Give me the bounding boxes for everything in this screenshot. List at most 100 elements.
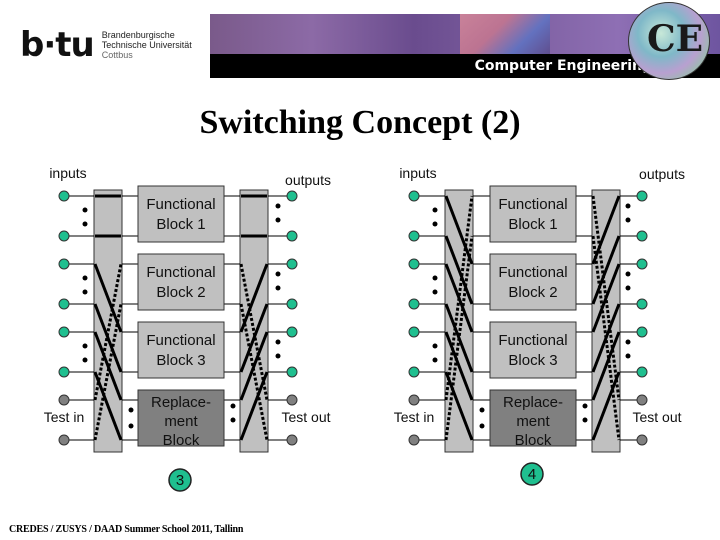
inputs-label: inputs — [49, 165, 86, 181]
block-label-line-2: Block 3 — [156, 352, 205, 369]
block-box — [137, 253, 225, 311]
ellipsis-dot — [625, 339, 631, 345]
ellipsis-dot — [432, 357, 438, 363]
functional-block-2: Functional Block 2 — [489, 253, 577, 311]
ellipsis-dot — [82, 343, 88, 349]
output-port — [636, 366, 648, 378]
replacement-block: Replace-ment Block — [489, 389, 577, 449]
ellipsis-dot — [82, 357, 88, 363]
block-label-line-2: ment — [164, 413, 198, 430]
block-label-line-1: Replace- — [151, 394, 211, 411]
ellipsis-dot — [82, 275, 88, 281]
input-port — [58, 258, 70, 270]
ellipsis-dot — [230, 403, 236, 409]
output-port — [636, 298, 648, 310]
outputs-label: outputs — [285, 172, 331, 188]
ellipsis-dot — [275, 353, 281, 359]
test-out-label: Test out — [281, 409, 330, 425]
output-port — [636, 258, 648, 270]
test-in-label: Test in — [394, 409, 434, 425]
ellipsis-dot — [582, 417, 588, 423]
block-label-line-3: Block — [515, 432, 552, 449]
ellipsis-dot — [275, 339, 281, 345]
functional-block-1: Functional Block 1 — [137, 185, 225, 243]
ellipsis-dot — [275, 203, 281, 209]
input-port — [58, 190, 70, 202]
test-out-label: Test out — [632, 409, 681, 425]
ellipsis-dot — [275, 285, 281, 291]
test-output-port — [286, 434, 298, 446]
configuration-number: 3 — [176, 472, 184, 489]
ellipsis-dot — [479, 407, 485, 413]
inputs-label: inputs — [399, 165, 436, 181]
input-port — [58, 230, 70, 242]
test-input-port — [58, 434, 70, 446]
input-port — [58, 298, 70, 310]
input-port — [58, 366, 70, 378]
block-label-line-2: ment — [516, 413, 550, 430]
block-label-line-3: Block — [163, 432, 200, 449]
block-label-line-1: Functional — [146, 196, 215, 213]
ellipsis-dot — [432, 207, 438, 213]
block-box — [137, 185, 225, 243]
input-port — [408, 190, 420, 202]
input-port — [408, 298, 420, 310]
ellipsis-dot — [625, 353, 631, 359]
block-label-line-1: Functional — [498, 332, 567, 349]
block-label-line-2: Block 2 — [156, 284, 205, 301]
output-port — [636, 230, 648, 242]
ellipsis-dot — [432, 275, 438, 281]
block-label-line-1: Functional — [498, 196, 567, 213]
ellipsis-dot — [432, 221, 438, 227]
switching-diagrams: inputs outputs Test in Test out Functional Bl… — [44, 165, 685, 492]
block-box — [489, 185, 577, 243]
block-label-line-1: Functional — [146, 264, 215, 281]
output-port — [286, 258, 298, 270]
ellipsis-dot — [625, 271, 631, 277]
block-label-line-1: Replace- — [503, 394, 563, 411]
functional-block-3: Functional Block 3 — [137, 321, 225, 379]
ellipsis-dot — [625, 203, 631, 209]
block-label-line-1: Functional — [146, 332, 215, 349]
block-label-line-2: Block 3 — [508, 352, 557, 369]
output-port — [636, 326, 648, 338]
test-output-port — [286, 394, 298, 406]
ellipsis-dot — [625, 285, 631, 291]
replacement-block: Replace-ment Block — [137, 389, 225, 449]
test-output-port — [636, 434, 648, 446]
input-port — [408, 366, 420, 378]
test-in-label: Test in — [44, 409, 84, 425]
functional-block-1: Functional Block 1 — [489, 185, 577, 243]
ellipsis-dot — [582, 403, 588, 409]
ellipsis-dot — [625, 217, 631, 223]
configuration-number: 4 — [528, 466, 536, 483]
block-label-line-2: Block 1 — [156, 216, 205, 233]
output-port — [286, 326, 298, 338]
footer-text: CREDES / ZUSYS / DAAD Summer School 2011… — [9, 524, 244, 535]
diagram-config-3: inputs outputs Test in Test out Functional Bl… — [44, 165, 331, 492]
output-port — [286, 190, 298, 202]
ellipsis-dot — [82, 221, 88, 227]
block-label-line-2: Block 1 — [508, 216, 557, 233]
ellipsis-dot — [230, 417, 236, 423]
ellipsis-dot — [128, 407, 134, 413]
ellipsis-dot — [82, 289, 88, 295]
block-box — [489, 321, 577, 379]
input-port — [408, 258, 420, 270]
block-box — [137, 321, 225, 379]
input-port — [58, 326, 70, 338]
ellipsis-dot — [128, 423, 134, 429]
output-port — [636, 190, 648, 202]
block-label-line-2: Block 2 — [508, 284, 557, 301]
diagram-config-4: inputs outputs Test in Test out Functional Bl… — [394, 165, 685, 486]
test-input-port — [58, 394, 70, 406]
block-label-line-1: Functional — [498, 264, 567, 281]
ellipsis-dot — [432, 289, 438, 295]
ellipsis-dot — [275, 271, 281, 277]
test-output-port — [636, 394, 648, 406]
functional-block-2: Functional Block 2 — [137, 253, 225, 311]
test-input-port — [408, 434, 420, 446]
input-port — [408, 230, 420, 242]
test-input-port — [408, 394, 420, 406]
ellipsis-dot — [275, 217, 281, 223]
